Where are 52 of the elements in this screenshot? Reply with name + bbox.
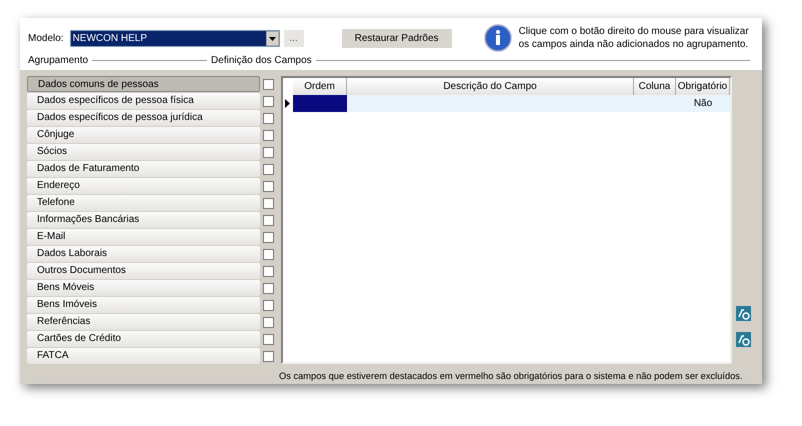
group-item[interactable]: Informações Bancárias [27,212,260,228]
group-item[interactable]: Dados específicos de pessoa jurídica [27,110,260,126]
group-item[interactable]: Dados comuns de pessoas [27,76,260,92]
checkbox[interactable] [263,164,274,174]
group-item[interactable]: Dados de Faturamento [27,161,260,177]
checkbox[interactable] [263,248,274,260]
checkbox[interactable] [263,266,274,276]
checkbox[interactable] [263,214,274,226]
config-icon[interactable] [736,306,751,321]
model-label: Modelo: [28,32,64,46]
checkbox[interactable] [263,316,274,328]
checkbox[interactable] [263,198,274,208]
checkbox[interactable] [263,334,274,344]
checkbox[interactable] [263,130,274,140]
section-label: Agrupamento [28,54,88,68]
column-header[interactable]: Descrição do Campo [347,78,634,95]
table-cell [293,95,347,112]
group-item[interactable]: Cartões de Crédito [27,331,260,347]
config-icon[interactable] [736,332,751,347]
checkbox[interactable] [263,300,274,310]
group-item[interactable]: Sócios [27,144,260,160]
checkbox[interactable] [263,350,274,362]
model-dropdown[interactable]: NEWCON HELP [70,30,280,46]
column-header[interactable]: Ordem [293,78,347,95]
table-cell: Não [676,95,730,112]
group-item[interactable]: Dados Laborais [27,246,260,262]
group-item[interactable]: FATCA [27,348,260,364]
checkbox[interactable] [263,112,274,124]
checkbox[interactable] [263,78,274,90]
group-item[interactable]: Bens Imóveis [27,297,260,313]
restore-button[interactable]: Restaurar Padrões [342,28,452,48]
group-item[interactable]: Dados específicos de pessoa física [27,93,260,109]
more-button[interactable]: ... [284,30,304,46]
group-item[interactable]: E-Mail [27,229,260,245]
checkbox[interactable] [263,180,274,192]
column-header[interactable]: Coluna [634,78,676,95]
footer-note: Os campos que estiverem destacados em vermelho são obrigatórios para o sistema e não podem ser excluídos. [279,370,743,382]
group-item[interactable]: Telefone [27,195,260,211]
group-item[interactable]: Cônjuge [27,127,260,143]
info-icon [484,24,512,52]
checkbox[interactable] [263,282,274,294]
group-item[interactable]: Outros Documentos [27,263,260,279]
group-item[interactable]: Bens Móveis [27,280,260,296]
group-item[interactable]: Endereço [27,178,260,194]
group-item[interactable]: Referências [27,314,260,330]
info-text: Clique com o botão direito do mouse para visualizar os campos ainda não adicionados no agrupamento. [518,25,750,51]
checkbox[interactable] [263,146,274,158]
checkbox[interactable] [263,96,274,106]
section-label: Definição dos Campos [211,54,312,68]
dropdown-arrow-icon[interactable] [266,30,279,46]
column-header[interactable]: Obrigatório [676,78,730,95]
checkbox[interactable] [263,232,274,242]
